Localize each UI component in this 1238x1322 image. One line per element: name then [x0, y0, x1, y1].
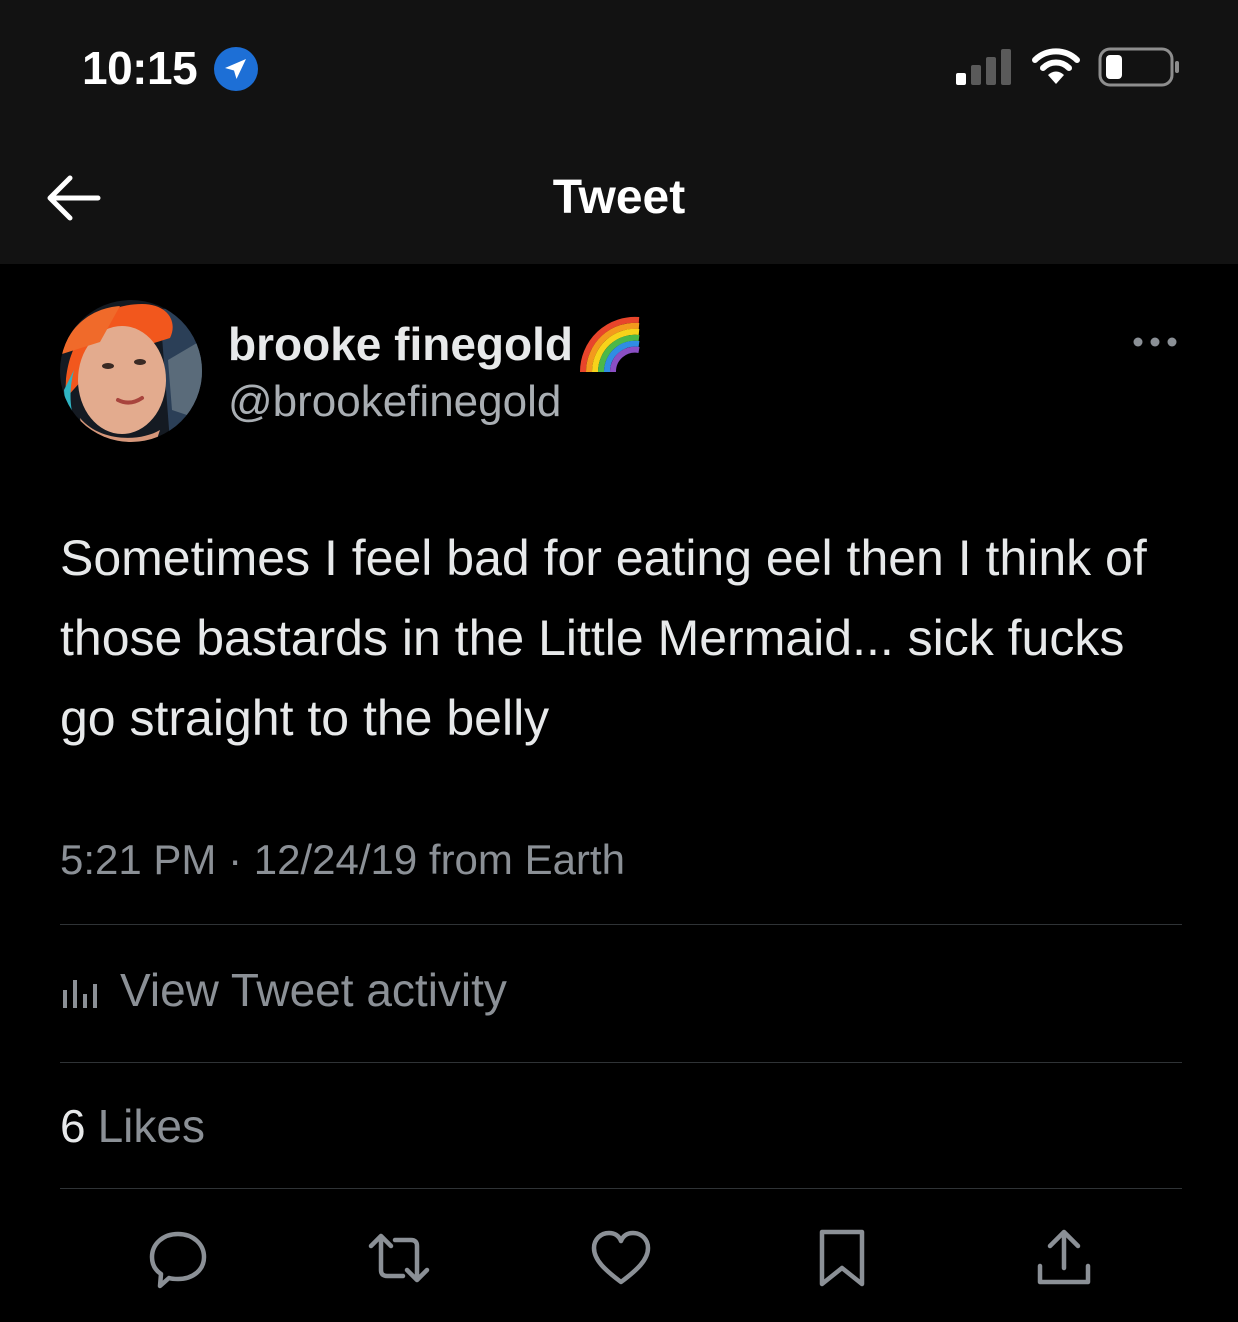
likes-link[interactable]: 6 Likes	[60, 1098, 205, 1154]
activity-label: View Tweet activity	[120, 964, 507, 1016]
view-tweet-activity-link[interactable]: View Tweet activity	[60, 960, 507, 1020]
page-title: Tweet	[552, 171, 686, 224]
reply-icon[interactable]	[146, 1226, 210, 1290]
status-time: 10:15	[82, 42, 198, 94]
bookmark-icon[interactable]	[810, 1226, 874, 1290]
tweet-text: Sometimes I feel bad for eating eel then…	[60, 530, 1147, 746]
author-handle[interactable]: @brookefinegold	[228, 374, 561, 430]
likes-count: 6	[60, 1100, 86, 1152]
avatar[interactable]	[60, 300, 202, 442]
share-icon[interactable]	[1032, 1226, 1096, 1290]
author-name-row[interactable]: brooke finegold	[228, 314, 641, 374]
rainbow-icon	[579, 316, 640, 373]
more-options-icon[interactable]	[1130, 332, 1180, 352]
divider	[60, 1188, 1182, 1189]
cellular-signal-icon	[956, 49, 1011, 85]
likes-label: Likes	[97, 1100, 205, 1152]
wifi-icon	[1032, 48, 1080, 84]
display-name[interactable]: brooke finegold	[228, 316, 573, 372]
divider	[60, 1062, 1182, 1063]
battery-icon	[1098, 47, 1179, 87]
avatar-photo	[60, 300, 202, 442]
location-arrow-icon	[214, 47, 258, 91]
like-icon[interactable]	[589, 1226, 653, 1290]
activity-chart-icon	[63, 980, 97, 1008]
tweet-timestamp: 5:21 PM · 12/24/19 from Earth	[60, 836, 625, 883]
retweet-icon[interactable]	[367, 1226, 431, 1290]
top-bar: 10:15 Tweet	[0, 0, 1238, 264]
divider	[60, 924, 1182, 925]
